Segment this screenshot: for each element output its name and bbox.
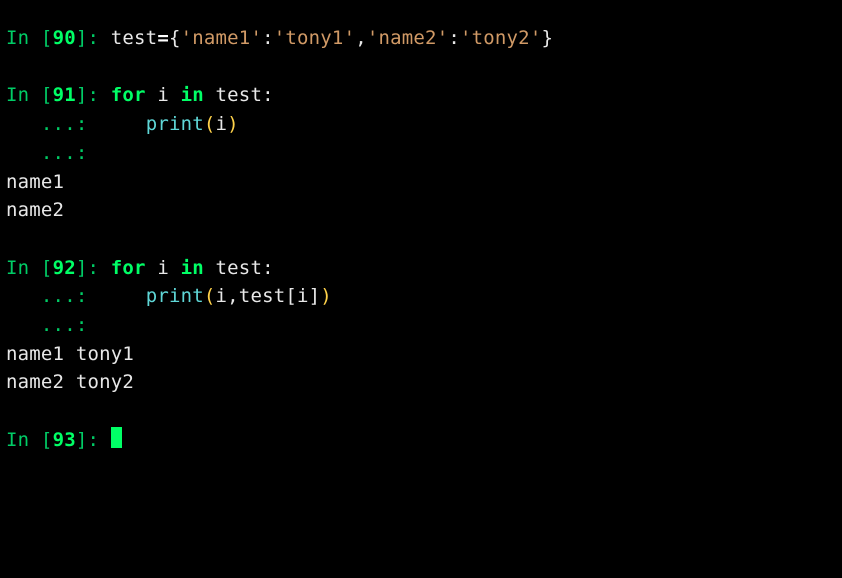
code-continuation-line: ...: — [6, 311, 836, 340]
prompt-prefix: In [ — [6, 84, 53, 106]
code-segment: 'name2' — [367, 27, 448, 49]
code-segment: , — [355, 27, 367, 49]
code-segment: i,test[i] — [216, 285, 321, 307]
continuation-prompt: ...: — [6, 285, 99, 307]
code-segment: print — [146, 113, 204, 135]
prompt-number: 91 — [53, 84, 76, 106]
code-segment: { — [169, 27, 181, 49]
output-text: name2 — [6, 199, 64, 221]
code-segment: ( — [204, 113, 216, 135]
prompt-number: 92 — [53, 257, 76, 279]
input-prompt: In [92]: — [6, 257, 111, 279]
code-segment: print — [146, 285, 204, 307]
code-segment: i — [146, 257, 181, 279]
code-segment: test — [111, 27, 158, 49]
code-segment: test: — [204, 257, 274, 279]
code-continuation-line: ...: print(i,test[i]) — [6, 282, 836, 311]
continuation-prompt: ...: — [6, 314, 99, 336]
code-segment: ) — [227, 113, 239, 135]
code-continuation-line: ...: print(i) — [6, 110, 836, 139]
ipython-terminal[interactable]: In [90]: test={'name1':'tony1','name2':'… — [0, 0, 842, 461]
output-text: name2 tony2 — [6, 371, 134, 393]
code-line: In [91]: for i in test: — [6, 81, 836, 110]
continuation-prompt: ...: — [6, 113, 99, 135]
prompt-number: 90 — [53, 27, 76, 49]
input-prompt: In [90]: — [6, 27, 111, 49]
prompt-suffix: ]: — [76, 429, 111, 451]
code-segment — [99, 285, 146, 307]
output-text: name1 tony1 — [6, 343, 134, 365]
cursor — [111, 427, 122, 448]
code-line: In [92]: for i in test: — [6, 254, 836, 283]
code-segment — [99, 113, 146, 135]
prompt-prefix: In [ — [6, 257, 53, 279]
code-segment: test: — [204, 84, 274, 106]
code-segment: i — [216, 113, 228, 135]
code-segment: } — [541, 27, 553, 49]
blank-line — [6, 397, 836, 426]
prompt-number: 93 — [53, 429, 76, 451]
code-line: In [90]: test={'name1':'tony1','name2':'… — [6, 24, 836, 53]
code-segment: : — [448, 27, 460, 49]
input-prompt: In [93]: — [6, 429, 111, 451]
prompt-suffix: ]: — [76, 27, 111, 49]
code-segment: i — [146, 84, 181, 106]
code-segment: : — [262, 27, 274, 49]
code-segment: = — [157, 27, 169, 49]
code-segment: in — [181, 257, 204, 279]
prompt-prefix: In [ — [6, 27, 53, 49]
blank-line — [6, 53, 836, 82]
output-line: name2 tony2 — [6, 368, 836, 397]
active-prompt-line[interactable]: In [93]: — [6, 426, 836, 455]
continuation-prompt: ...: — [6, 142, 99, 164]
code-segment: ) — [320, 285, 332, 307]
prompt-suffix: ]: — [76, 84, 111, 106]
code-segment: 'tony2' — [460, 27, 541, 49]
output-line: name1 tony1 — [6, 340, 836, 369]
code-continuation-line: ...: — [6, 139, 836, 168]
output-line: name2 — [6, 196, 836, 225]
output-text: name1 — [6, 171, 64, 193]
code-segment: 'tony1' — [274, 27, 355, 49]
prompt-prefix: In [ — [6, 429, 53, 451]
code-segment: in — [181, 84, 204, 106]
blank-line — [6, 225, 836, 254]
code-segment: for — [111, 84, 146, 106]
code-segment: 'name1' — [181, 27, 262, 49]
prompt-suffix: ]: — [76, 257, 111, 279]
code-segment: for — [111, 257, 146, 279]
input-prompt: In [91]: — [6, 84, 111, 106]
code-segment: ( — [204, 285, 216, 307]
output-line: name1 — [6, 168, 836, 197]
